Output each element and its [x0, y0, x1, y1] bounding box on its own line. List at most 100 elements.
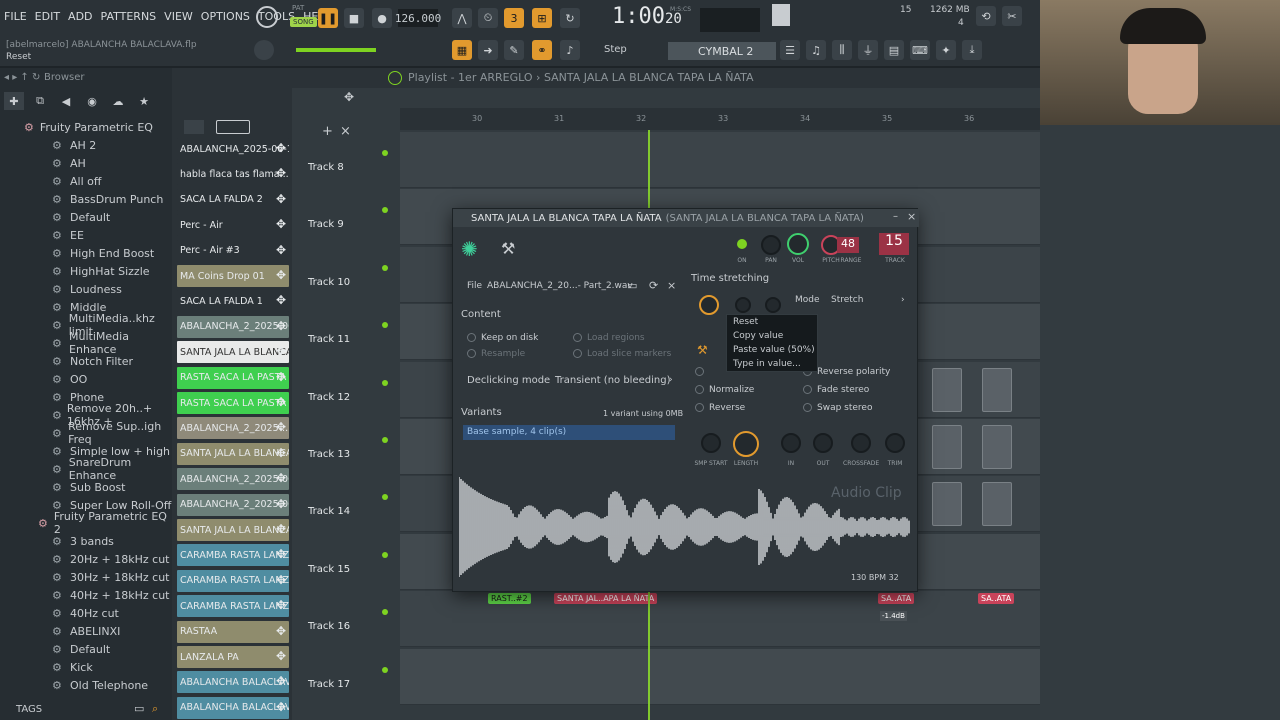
resample-option[interactable]: Resample: [467, 349, 525, 359]
channel-clip-item[interactable]: SANTA JALA LA BLANCA...✥: [177, 341, 289, 364]
browser-preset-item[interactable]: ⚙ High End Boost: [0, 244, 172, 262]
track-enable-led[interactable]: [382, 379, 388, 386]
menu-item-paste-value[interactable]: Paste value (50%): [727, 343, 817, 357]
browser-preset-item[interactable]: ⚙ 40Hz cut: [0, 604, 172, 622]
touch-keyboard-button[interactable]: ⌨: [910, 40, 930, 60]
master-volume-knob[interactable]: [256, 6, 278, 28]
track-name[interactable]: Track 12: [308, 392, 350, 403]
channel-clip-item[interactable]: CARAMBA RASTA LANZ... ✥: [177, 544, 289, 567]
pause-button[interactable]: ❚❚: [318, 8, 338, 28]
track-enable-led[interactable]: [382, 609, 388, 616]
tools-button[interactable]: ✂: [1002, 6, 1022, 26]
fade-stereo-option[interactable]: Fade stereo: [803, 385, 869, 395]
pattern-selector[interactable]: CYMBAL 2: [668, 42, 776, 60]
move-icon[interactable]: ✥: [344, 90, 354, 104]
track-name[interactable]: Track 15: [308, 564, 350, 575]
channel-clip-item[interactable]: habla flaca tas flama... ✥: [177, 163, 289, 186]
browser-preset-item[interactable]: ⚙ All off: [0, 172, 172, 190]
folder-icon[interactable]: ▭: [627, 279, 637, 292]
track-name[interactable]: Track 11: [308, 334, 350, 345]
length-knob[interactable]: [733, 431, 759, 457]
browser-preset-item[interactable]: ⚙ Loudness: [0, 280, 172, 298]
channel-clip-item[interactable]: ABALANCHA_2_2025-06-2...✥: [177, 315, 289, 338]
keep-on-disk-option[interactable]: Keep on disk: [467, 333, 538, 343]
waveform-icon[interactable]: ✺: [461, 237, 478, 261]
browser-preset-item[interactable]: ⚙ BassDrum Punch: [0, 190, 172, 208]
reload-icon[interactable]: ⟳: [649, 279, 658, 292]
plugin-picker-button[interactable]: ⏚: [858, 40, 878, 60]
channel-clip-item[interactable]: SANTA JALA LA BLANCA V2...✥: [177, 519, 289, 541]
waveform-display[interactable]: [459, 477, 911, 581]
on-led[interactable]: [737, 239, 747, 249]
declicking-select[interactable]: Transient (no bleeding): [555, 375, 670, 386]
browser-preset-item[interactable]: ⚙ 40Hz + 18kHz cut: [0, 586, 172, 604]
snap-button[interactable]: ⚭: [532, 40, 552, 60]
browser-preset-item[interactable]: ⚙ 20Hz + 18kHz cut: [0, 550, 172, 568]
playlist-button[interactable]: ▦: [452, 40, 472, 60]
track-enable-led[interactable]: [382, 150, 388, 156]
menu-add[interactable]: ADD: [68, 10, 92, 23]
menu-edit[interactable]: EDIT: [35, 10, 60, 23]
pitch-stretch-knob[interactable]: [735, 297, 751, 313]
menu-patterns[interactable]: PATTERNS: [101, 10, 157, 23]
browser-preset-item[interactable]: ⚙ Default: [0, 640, 172, 658]
track-name[interactable]: Track 9: [308, 219, 344, 230]
close-icon[interactable]: ×: [667, 279, 676, 292]
picker-add-icon[interactable]: [216, 120, 250, 134]
channel-clip-item[interactable]: ABALANCHA_2_2025-06-2...✥: [177, 468, 289, 491]
time-stretch-knob[interactable]: [699, 295, 719, 315]
variant-item[interactable]: Base sample, 4 clip(s): [463, 425, 675, 440]
clip-sa-ata[interactable]: SA..ATA: [978, 593, 1015, 605]
browser-preset-item[interactable]: ⚙ AH 2: [0, 136, 172, 154]
master-volume-slider[interactable]: [296, 48, 376, 52]
audio-clip[interactable]: [982, 367, 1012, 412]
browser-toggle-button[interactable]: ▤: [884, 40, 904, 60]
normalize-option[interactable]: Normalize: [695, 385, 754, 395]
track-name[interactable]: Track 8: [308, 162, 344, 173]
track-name[interactable]: Track 17: [308, 679, 350, 690]
audio-clip[interactable]: [982, 425, 1012, 469]
channel-clip-item[interactable]: ABALANCHA_2_2025-06-2...✥: [177, 493, 289, 516]
track-enable-led[interactable]: [382, 494, 388, 501]
load-regions-option[interactable]: Load regions: [573, 333, 645, 343]
speaker-icon[interactable]: ◀: [56, 92, 76, 110]
collapse-button[interactable]: ⤓: [962, 40, 982, 60]
audio-clip[interactable]: [932, 482, 962, 527]
plugin-database-icon[interactable]: ✚: [4, 92, 24, 110]
channel-clip-item[interactable]: SACA LA FALDA 1 ✥: [177, 290, 289, 313]
browser-preset-item[interactable]: ⚙ Kick: [0, 658, 172, 676]
folder-icon[interactable]: ▭: [134, 702, 144, 715]
browser-preset-item[interactable]: ⚙ Sub Boost: [0, 478, 172, 496]
project-info-button[interactable]: ✦: [936, 40, 956, 60]
track-lane[interactable]: [400, 132, 1040, 188]
menu-view[interactable]: VIEW: [164, 10, 193, 23]
browser-folder-parametric-eq-2[interactable]: ⚙ Fruity Parametric EQ 2: [0, 510, 172, 536]
star-icon[interactable]: ★: [134, 92, 154, 110]
track-name[interactable]: Track 10: [308, 277, 350, 288]
channel-clip-item[interactable]: LANZALA PA ✥: [177, 646, 289, 668]
channel-clip-item[interactable]: ABALANCHA_2025-06-19...✥: [177, 138, 289, 160]
timeline-ruler[interactable]: 30 31 32 33 34 35 36: [400, 108, 1040, 130]
track-lane[interactable]: [400, 648, 1040, 705]
search-icon[interactable]: ⌕: [152, 702, 158, 716]
master-pitch-knob[interactable]: [254, 40, 274, 60]
tags-label[interactable]: TAGS: [16, 704, 42, 715]
pan-knob[interactable]: [761, 235, 781, 255]
channel-clip-item[interactable]: ABALANCHA BALACLAV... ✥: [177, 696, 289, 719]
audio-clip[interactable]: [932, 425, 962, 469]
record-button[interactable]: ●: [372, 8, 392, 28]
browser-preset-item[interactable]: ⚙ MultiMedia Enhance: [0, 330, 172, 356]
cloud-icon[interactable]: ☁: [108, 92, 128, 110]
clip-rast[interactable]: RAST..#2: [488, 593, 531, 605]
wrench-icon[interactable]: ⚒: [501, 239, 515, 258]
countdown-button[interactable]: 3: [504, 8, 524, 28]
audio-clip[interactable]: [982, 482, 1012, 527]
out-knob[interactable]: [813, 433, 833, 453]
menu-options[interactable]: OPTIONS: [201, 10, 250, 23]
in-knob[interactable]: [781, 433, 801, 453]
channel-clip-item[interactable]: Perc - Air ✥: [177, 214, 289, 237]
swap-stereo-option[interactable]: Swap stereo: [803, 403, 872, 413]
wrench-icon[interactable]: ⚒: [697, 343, 708, 357]
track-enable-led[interactable]: [382, 666, 388, 673]
trim-knob[interactable]: [885, 433, 905, 453]
